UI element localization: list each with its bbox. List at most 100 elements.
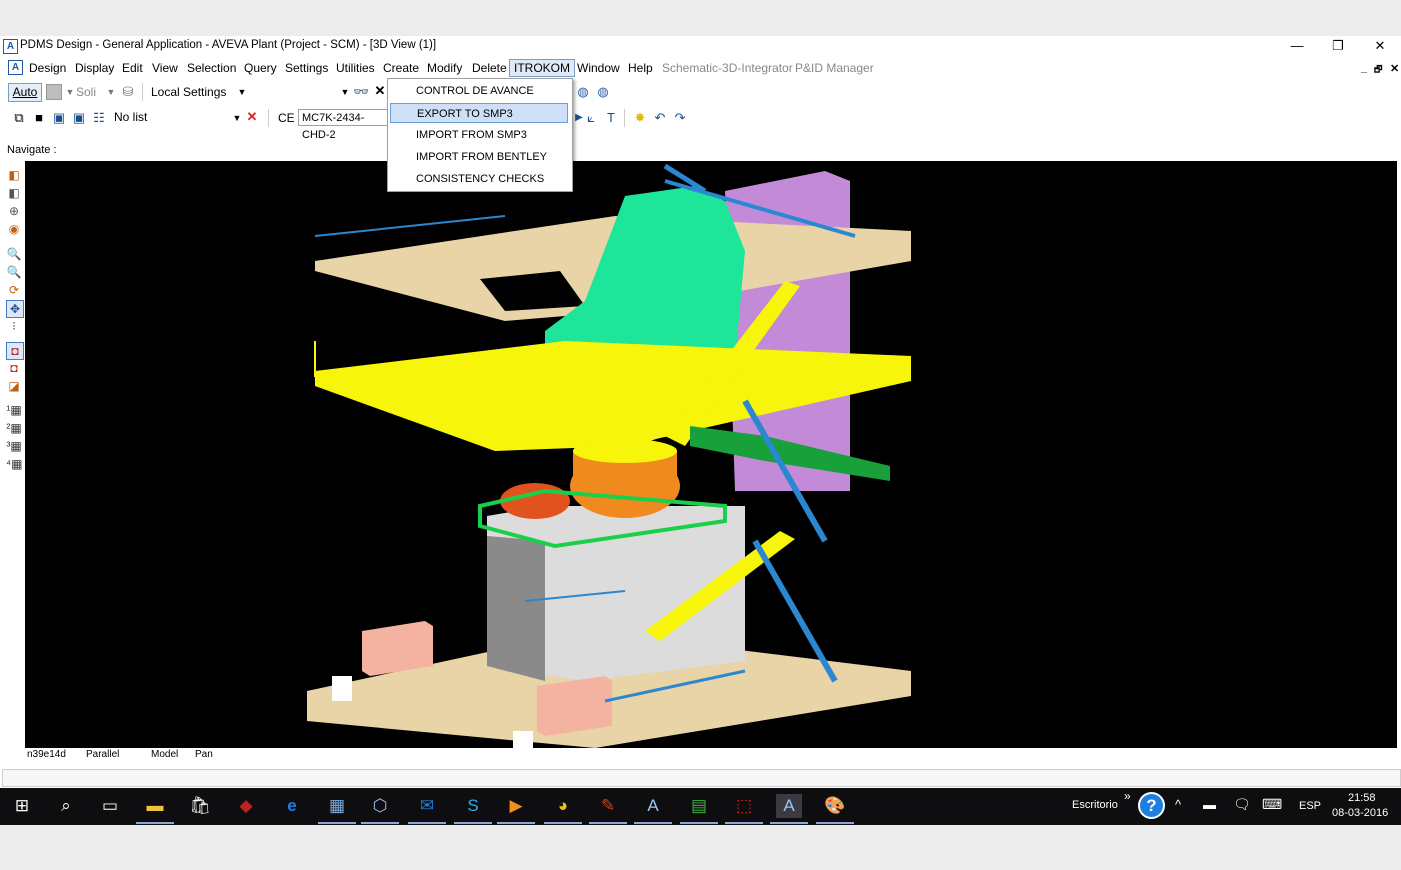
close-icon[interactable]: ✕ <box>372 83 388 99</box>
text-tool-icon[interactable]: T <box>603 110 619 126</box>
walk-icon[interactable]: ⁝ <box>6 318 22 334</box>
auto-button[interactable]: Auto <box>8 83 42 102</box>
file-explorer-icon[interactable]: ▬ <box>136 794 174 824</box>
zoom-out-icon[interactable]: 🔍 <box>6 264 22 280</box>
battery-icon[interactable]: ▬ <box>1203 797 1216 812</box>
menu-item-import-from-bentley[interactable]: IMPORT FROM BENTLEY <box>390 147 568 167</box>
task-view-icon[interactable]: ▭ <box>97 794 123 818</box>
window-icon[interactable]: ▣ <box>51 110 67 126</box>
globe-icon[interactable]: ◉ <box>6 221 22 237</box>
outlook-icon[interactable]: ✉ <box>408 794 446 824</box>
render-alt-icon[interactable]: ◍ <box>595 84 611 100</box>
window-alt-icon[interactable]: ▣ <box>71 110 87 126</box>
view-icon[interactable]: ◧ <box>6 185 22 201</box>
menu-display[interactable]: Display <box>75 61 114 75</box>
menu-item-control-de-avance[interactable]: CONTROL DE AVANCE <box>390 81 568 101</box>
horizontal-scrollbar[interactable] <box>2 769 1401 787</box>
mdi-restore-button[interactable]: 🗗 <box>1374 62 1382 78</box>
chevron-up-icon[interactable]: ^ <box>1175 797 1181 812</box>
pan-icon[interactable]: ✥ <box>6 300 24 318</box>
menu-delete[interactable]: Delete <box>472 61 507 75</box>
chevron-down-icon[interactable]: ▼ <box>234 84 250 100</box>
measure-icon[interactable]: ⟀ <box>583 110 599 126</box>
menu-utilities[interactable]: Utilities <box>336 61 375 75</box>
desktop-toolbar-label[interactable]: Escritorio <box>1072 799 1118 811</box>
clock-date[interactable]: 08-03-2016 <box>1332 807 1388 819</box>
binoculars-icon[interactable]: 👓 <box>353 84 369 100</box>
windows-start-icon[interactable]: ⊞ <box>9 794 35 818</box>
zoom-window-icon[interactable]: ⊕ <box>6 203 22 219</box>
language-indicator[interactable]: ESP <box>1299 800 1321 812</box>
save-icon[interactable]: ■ <box>31 110 47 126</box>
view-2-icon[interactable]: ²▦ <box>6 420 22 436</box>
render-icon[interactable]: ◍ <box>575 84 591 100</box>
clock-time[interactable]: 21:58 <box>1348 792 1376 804</box>
menu-item-export-to-smp3[interactable]: EXPORT TO SMP3 <box>390 103 568 123</box>
calculator-icon[interactable]: ▦ <box>318 794 356 824</box>
explode-icon[interactable]: ✸ <box>632 110 648 126</box>
cylinder-icon[interactable]: ⛁ <box>120 84 136 100</box>
menu-itrokom[interactable]: ITROKOM <box>509 59 575 77</box>
chrome-icon[interactable]: ◕ <box>544 794 582 824</box>
copy-icon[interactable]: ⧉ <box>11 110 27 126</box>
toolbar-expand-icon[interactable]: » <box>1124 789 1131 803</box>
restore-button[interactable]: ❐ <box>1318 36 1358 56</box>
chevron-down-icon[interactable]: ▼ <box>229 110 245 126</box>
paint-icon[interactable]: 🎨 <box>816 794 854 824</box>
menu-selection[interactable]: Selection <box>187 61 236 75</box>
aveva-icon[interactable]: A <box>634 794 672 824</box>
color-swatch-icon[interactable] <box>46 84 62 100</box>
zoom-in-icon[interactable]: 🔍 <box>6 246 22 262</box>
store-icon[interactable]: 🛍 <box>187 794 213 818</box>
app-red-icon[interactable]: ◆ <box>233 794 259 818</box>
ce-field[interactable]: MC7K-2434-CHD-2 <box>298 109 390 141</box>
chevron-down-icon[interactable]: ▼ <box>103 84 119 100</box>
search-icon[interactable]: ⌕ <box>53 794 79 818</box>
menu-settings[interactable]: Settings <box>285 61 328 75</box>
model-icon[interactable]: ◘ <box>6 342 24 360</box>
minimize-button[interactable]: — <box>1277 36 1317 56</box>
close-button[interactable]: ✕ <box>1360 36 1400 56</box>
settings-selector[interactable]: Local Settings <box>151 85 226 99</box>
model-alt-icon[interactable]: ◘ <box>6 360 22 376</box>
menu-create[interactable]: Create <box>383 61 419 75</box>
keyboard-icon[interactable]: ⌨ <box>1262 796 1282 813</box>
menu-schematic-3d-integrator[interactable]: Schematic-3D-Integrator <box>662 61 793 75</box>
media-player-icon[interactable]: ▶ <box>497 794 535 824</box>
view-3-icon[interactable]: ³▦ <box>6 438 22 454</box>
list-icon[interactable]: ☷ <box>91 110 107 126</box>
help-icon[interactable]: ? <box>1138 792 1165 819</box>
spreadsheet-icon[interactable]: ▤ <box>680 794 718 824</box>
menu-help[interactable]: Help <box>628 61 653 75</box>
3d-viewport[interactable] <box>25 161 1397 748</box>
camera-icon[interactable]: ◧ <box>6 167 22 183</box>
menu-item-consistency-checks[interactable]: CONSISTENCY CHECKS <box>390 169 568 189</box>
virtualbox-icon[interactable]: ⬡ <box>361 794 399 824</box>
menu-window[interactable]: Window <box>577 61 620 75</box>
mdi-minimize-button[interactable]: _ <box>1361 62 1367 74</box>
view-4-icon[interactable]: ⁴▦ <box>6 456 23 472</box>
menu-query[interactable]: Query <box>244 61 277 75</box>
skype-icon[interactable]: S <box>454 794 492 824</box>
pdf-icon[interactable]: ⬚ <box>725 794 763 824</box>
menu-modify[interactable]: Modify <box>427 61 462 75</box>
menu-view[interactable]: View <box>152 61 178 75</box>
undo-icon[interactable]: ↶ <box>652 110 668 126</box>
edge-icon[interactable]: e <box>279 794 305 818</box>
aveva-active-icon[interactable]: A <box>770 794 808 824</box>
list-selector[interactable]: No list <box>114 110 147 124</box>
menu-pid-manager[interactable]: P&ID Manager <box>795 61 874 75</box>
delete-list-icon[interactable]: ✕ <box>244 109 260 125</box>
clip-icon[interactable]: ◪ <box>6 378 22 394</box>
redo-icon[interactable]: ↷ <box>672 110 688 126</box>
rotate-icon[interactable]: ⟳ <box>6 282 22 298</box>
menu-item-import-from-smp3[interactable]: IMPORT FROM SMP3 <box>390 125 568 145</box>
notepad-icon[interactable]: ✎ <box>589 794 627 824</box>
solid-selector[interactable]: Soli <box>76 85 96 99</box>
menu-edit[interactable]: Edit <box>122 61 143 75</box>
notifications-icon[interactable]: 🗨 <box>1233 796 1251 813</box>
aveva-icon[interactable]: A <box>8 60 23 75</box>
menu-design[interactable]: Design <box>29 61 66 75</box>
view-1-icon[interactable]: ¹▦ <box>6 402 22 418</box>
chevron-down-icon[interactable]: ▼ <box>337 84 353 100</box>
